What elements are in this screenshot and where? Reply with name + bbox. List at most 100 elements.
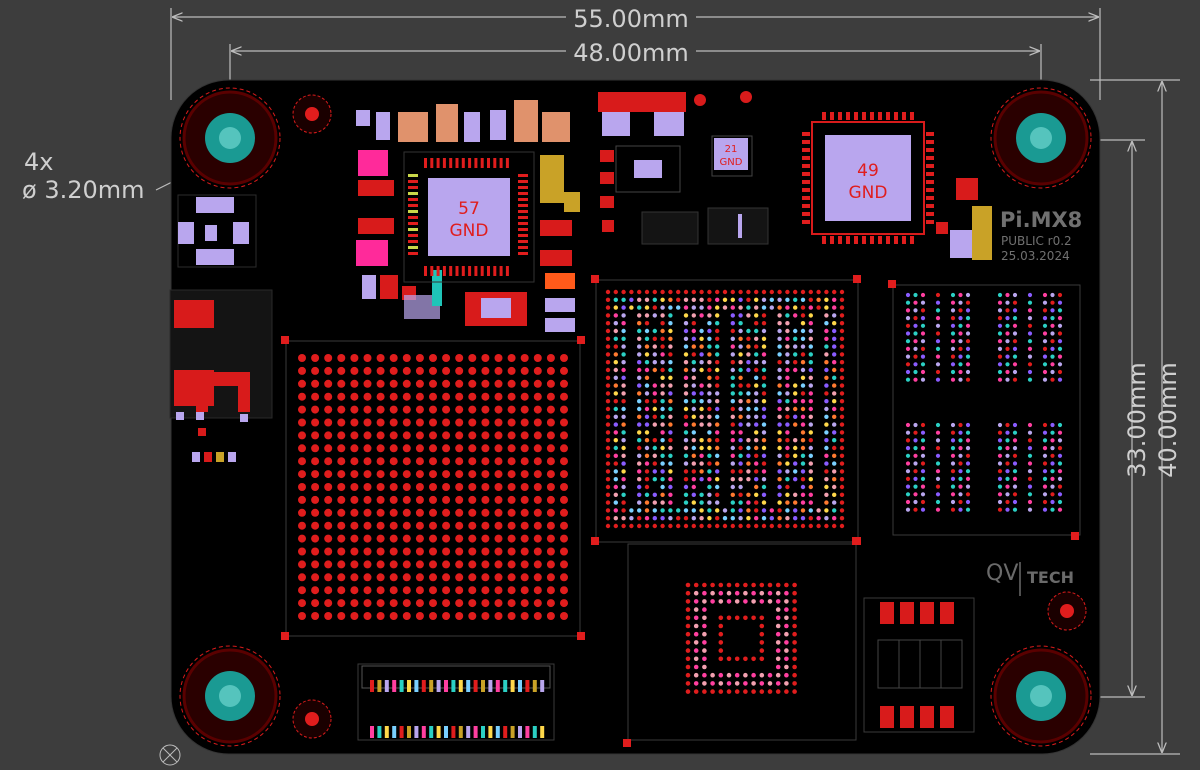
bga-ball xyxy=(644,438,650,443)
bga-ball xyxy=(683,344,689,349)
memory-ball xyxy=(1050,453,1055,458)
emmc-ball xyxy=(792,590,797,596)
memory-ball xyxy=(997,292,1003,298)
bga-ball xyxy=(644,336,650,341)
bga-ball xyxy=(683,313,689,318)
bga-ball xyxy=(808,367,813,373)
bga-ball xyxy=(621,367,626,373)
emmc-ball xyxy=(693,656,699,662)
bga-ball xyxy=(363,457,372,466)
bga-ball xyxy=(668,305,673,310)
bga-ball xyxy=(761,523,767,529)
memory-ball xyxy=(913,354,918,359)
bga-ball xyxy=(793,508,798,513)
bga-ball xyxy=(691,383,696,388)
bga-ball xyxy=(699,383,704,388)
bga-ball xyxy=(468,483,477,491)
memory-ball xyxy=(958,469,963,474)
memory-ball xyxy=(1005,422,1010,428)
bga-ball xyxy=(699,516,704,521)
bga-ball xyxy=(839,367,845,373)
bga-ball xyxy=(683,328,689,334)
pcb-layout-canvas: 55.00mm 48.00mm 33.00mm 40.00mm 4x ø 3.2… xyxy=(22,4,1182,766)
bga-ball xyxy=(629,516,634,521)
bga-ball xyxy=(746,360,751,365)
bga-ball xyxy=(311,495,320,504)
memory-ball xyxy=(997,461,1003,466)
bga-ball xyxy=(808,414,813,419)
bga-ball xyxy=(613,375,618,380)
bga-ball xyxy=(337,508,346,517)
memory-ball xyxy=(920,438,926,443)
bga-ball xyxy=(793,445,798,451)
bga-ball xyxy=(455,392,464,401)
bga-ball xyxy=(324,366,333,375)
emmc-ball xyxy=(743,672,748,678)
memory-ball xyxy=(1005,499,1010,505)
bga-ball xyxy=(629,508,634,513)
bga-ball xyxy=(637,406,642,412)
bga-ball xyxy=(442,379,451,388)
bga-ball xyxy=(350,483,359,491)
connector-pin xyxy=(473,726,478,738)
bga-ball xyxy=(738,453,743,458)
connector-pin xyxy=(377,726,382,738)
bga-ball xyxy=(507,508,516,517)
emmc-ball xyxy=(685,590,691,596)
bga-ball xyxy=(691,438,696,443)
emmc-ball xyxy=(775,623,781,629)
emmc-ball xyxy=(685,681,691,686)
bga-ball xyxy=(644,477,650,482)
bga-ball xyxy=(442,354,451,362)
memory-ball xyxy=(1012,446,1018,451)
bga-ball xyxy=(793,406,798,412)
memory-ball xyxy=(935,331,941,336)
bga-ball xyxy=(429,508,437,517)
bga-ball xyxy=(676,297,681,302)
bga-ball xyxy=(468,612,477,620)
bga-ball xyxy=(808,305,813,310)
qfn-pad xyxy=(518,192,528,195)
bga-ball xyxy=(652,406,657,412)
bga-ball xyxy=(769,305,774,310)
emmc-ball xyxy=(784,615,789,621)
bga-ball xyxy=(738,430,743,435)
memory-ball xyxy=(997,346,1003,351)
bga-ball xyxy=(722,523,728,529)
bga-ball xyxy=(660,438,665,443)
memory-ball xyxy=(958,331,963,336)
bga-ball xyxy=(402,470,411,479)
bga-ball xyxy=(738,414,743,419)
memory-ball xyxy=(905,331,911,336)
bga-ball xyxy=(793,477,798,482)
qfn-pad xyxy=(926,140,934,144)
emmc-ball xyxy=(710,681,715,686)
bga-ball xyxy=(683,484,689,490)
bga-ball xyxy=(683,469,689,474)
bga-ball xyxy=(668,461,673,466)
bga-ball xyxy=(715,391,720,396)
bga-ball xyxy=(613,297,618,302)
bga-ball xyxy=(793,461,798,466)
emmc-ball xyxy=(759,640,765,645)
qfn-pad xyxy=(455,266,459,276)
bga-ball xyxy=(777,336,782,341)
bga-ball xyxy=(730,414,735,419)
bga-ball xyxy=(560,483,568,491)
memory-ball xyxy=(1005,346,1010,351)
bga-ball xyxy=(660,336,665,341)
qfn-pad xyxy=(926,132,934,136)
bga-ball xyxy=(808,328,813,334)
bga-ball xyxy=(746,516,751,521)
bga-ball xyxy=(605,406,611,412)
bga-ball xyxy=(800,313,806,318)
memory-ball xyxy=(935,507,941,512)
bga-ball xyxy=(800,391,806,396)
bga-ball xyxy=(793,516,798,521)
bga-ball xyxy=(660,391,665,396)
qfn-pad xyxy=(862,236,866,244)
bga-ball xyxy=(429,495,437,504)
connector-pin xyxy=(370,726,374,738)
bga-ball xyxy=(660,297,665,302)
bga-ball xyxy=(481,547,490,556)
